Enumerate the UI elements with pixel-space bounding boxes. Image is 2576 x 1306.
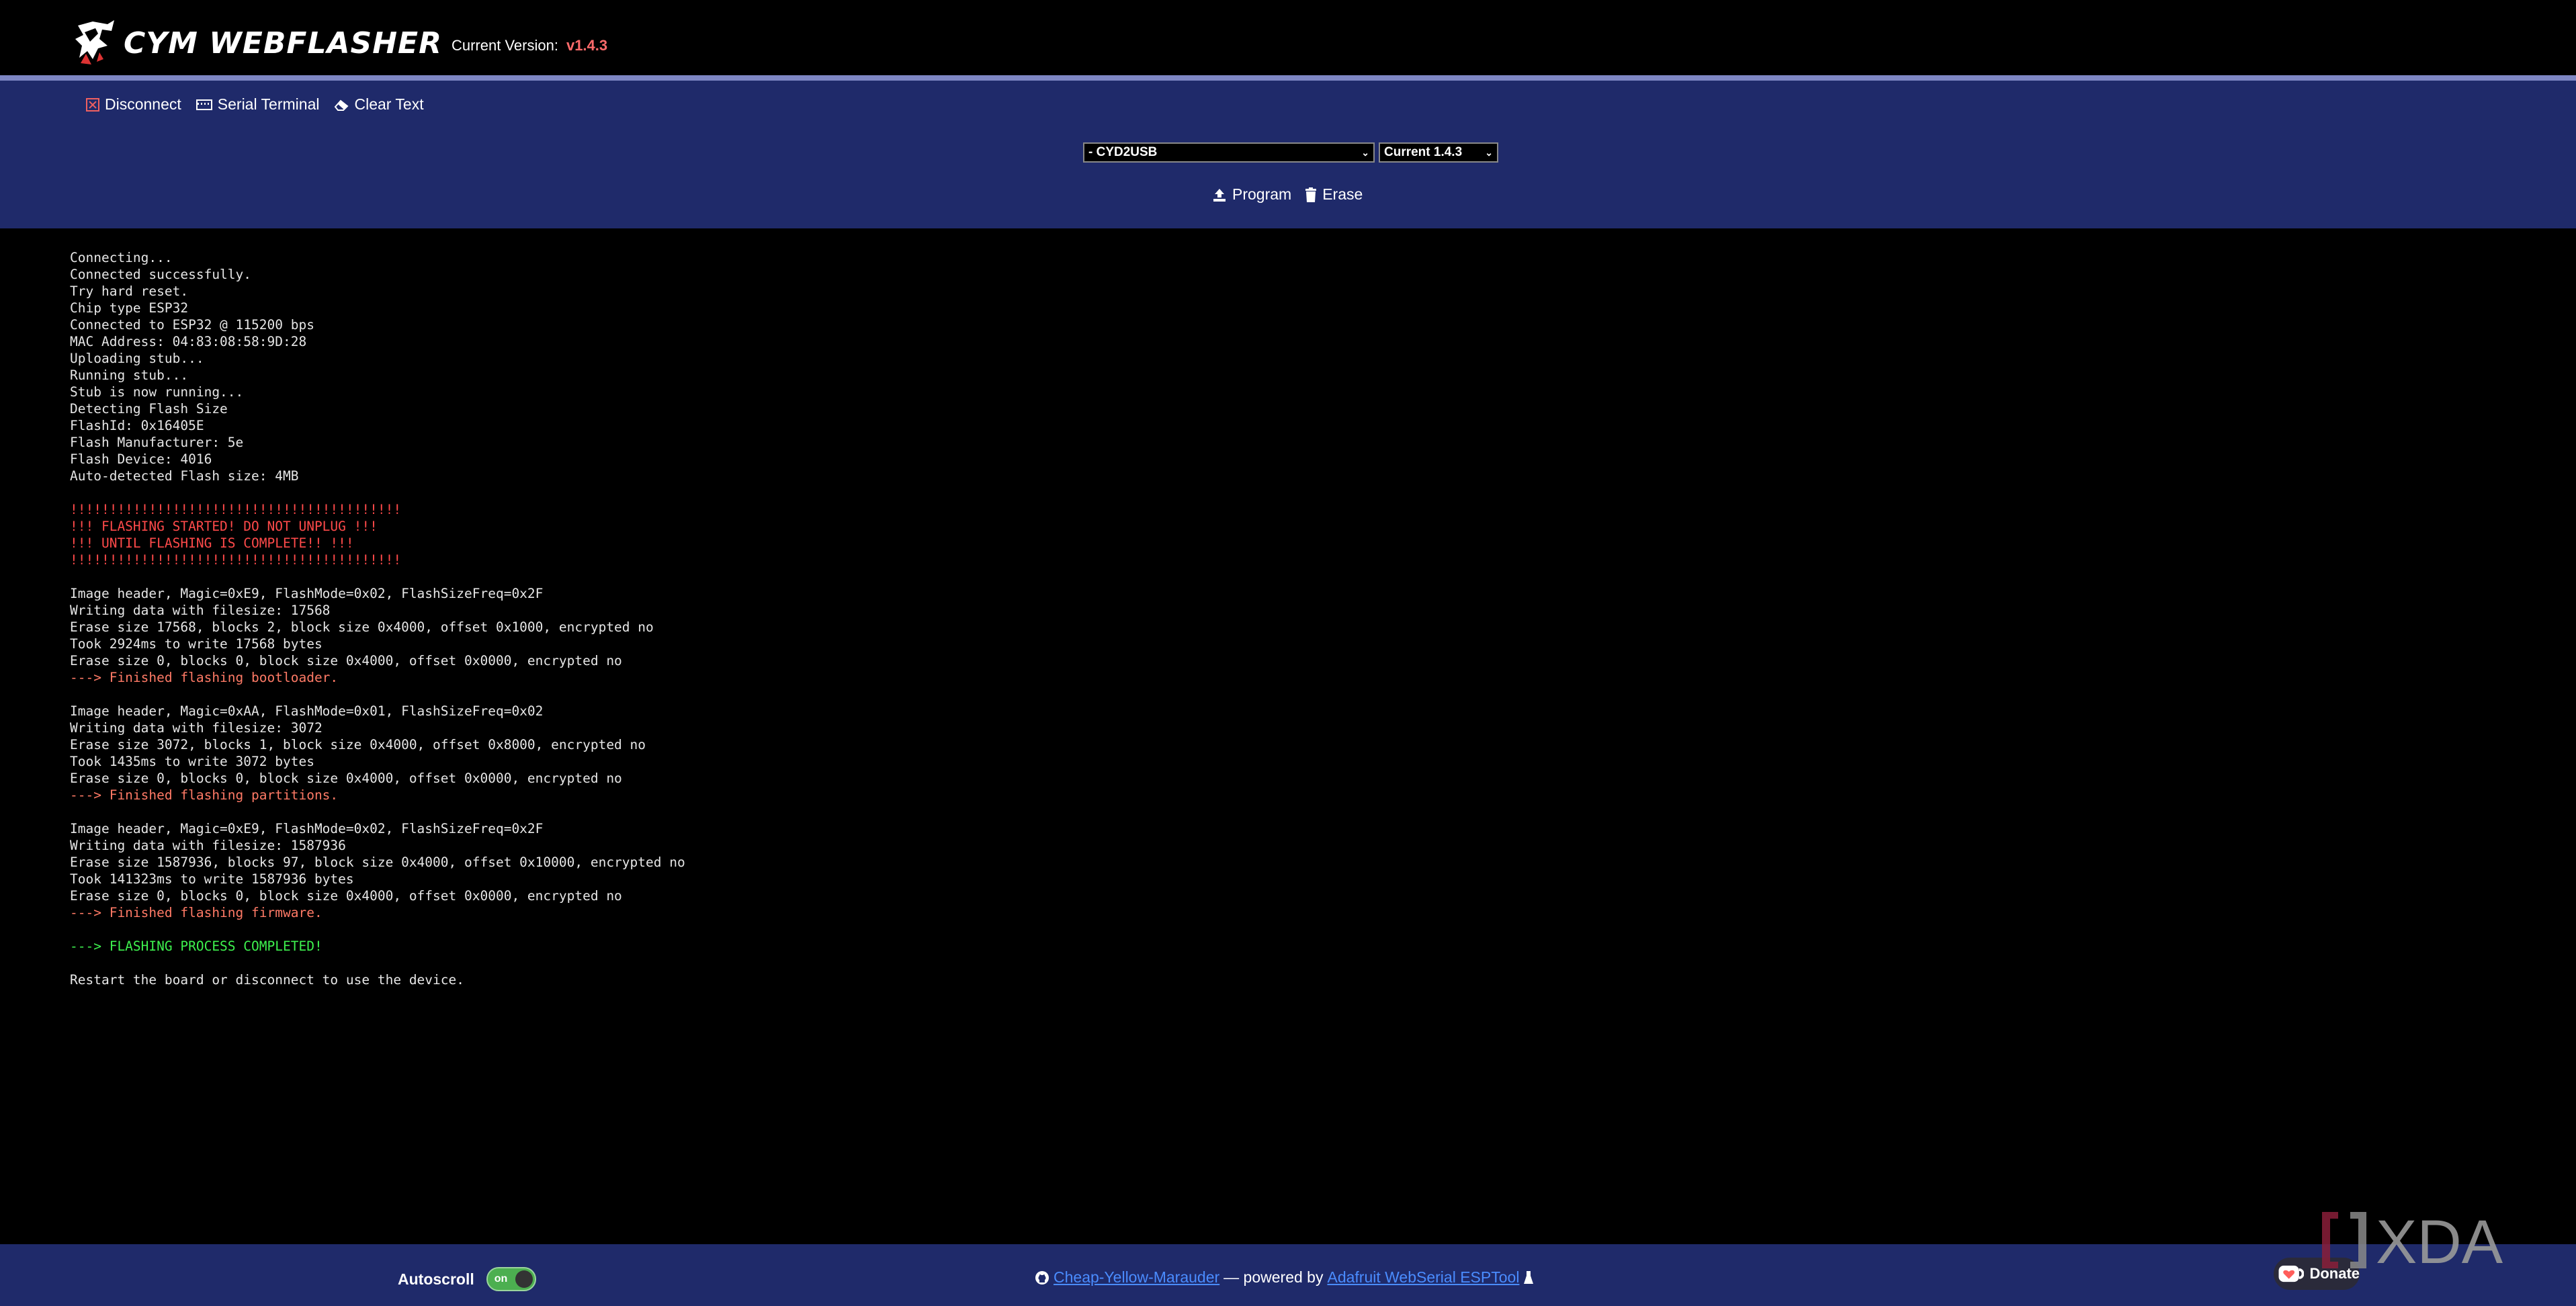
adafruit-esptool-link[interactable]: Adafruit WebSerial ESPTool xyxy=(1327,1268,1519,1287)
console-line: Writing data with filesize: 1587936 xyxy=(70,838,346,853)
console-line: Image header, Magic=0xE9, FlashMode=0x02… xyxy=(70,821,544,836)
app-title: CYM WEBFLASHER xyxy=(124,26,442,60)
console-line: Image header, Magic=0xAA, FlashMode=0x01… xyxy=(70,703,544,719)
console-line: Erase size 17568, blocks 2, block size 0… xyxy=(70,619,654,635)
console-line: ---> Finished flashing bootloader. xyxy=(70,670,339,685)
toggle-state-label: on xyxy=(494,1273,508,1285)
flask-icon xyxy=(1524,1270,1534,1284)
upload-icon xyxy=(1213,188,1226,202)
dragon-claw-icon xyxy=(75,20,114,64)
version-select-value: Current 1.4.3 xyxy=(1384,145,1463,159)
autoscroll-toggle[interactable]: on xyxy=(486,1267,536,1291)
selector-group: - CYD2USB ⌄ Current 1.4.3 ⌄ xyxy=(1083,142,1498,163)
console-line: Erase size 0, blocks 0, block size 0x400… xyxy=(70,653,622,668)
ko-fi-heart-icon xyxy=(2278,1265,2305,1282)
disconnect-label: Disconnect xyxy=(105,95,181,113)
control-panel: Disconnect Serial Terminal Clear Text - … xyxy=(0,81,2576,228)
console-line: Took 1435ms to write 3072 bytes xyxy=(70,754,314,769)
autoscroll-control: Autoscroll on xyxy=(398,1267,536,1291)
console-line: Erase size 0, blocks 0, block size 0x400… xyxy=(70,888,622,904)
powered-by-text: — powered by xyxy=(1223,1268,1324,1286)
console-line: !!!!!!!!!!!!!!!!!!!!!!!!!!!!!!!!!!!!!!!!… xyxy=(70,552,402,568)
chevron-down-icon: ⌄ xyxy=(1361,146,1369,158)
trash-icon xyxy=(1305,187,1317,202)
console-line: !!! FLASHING STARTED! DO NOT UNPLUG !!! xyxy=(70,519,378,534)
console-line: Took 141323ms to write 1587936 bytes xyxy=(70,871,354,887)
serial-terminal-label: Serial Terminal xyxy=(217,95,320,113)
erase-button[interactable]: Erase xyxy=(1305,185,1363,204)
console-line: Connected to ESP32 @ 115200 bps xyxy=(70,317,314,333)
program-label: Program xyxy=(1232,185,1292,203)
console-line: Erase size 3072, blocks 1, block size 0x… xyxy=(70,737,646,752)
console-line: Connected successfully. xyxy=(70,267,252,282)
version-select[interactable]: Current 1.4.3 ⌄ xyxy=(1379,142,1498,163)
serial-terminal-button[interactable]: Serial Terminal xyxy=(196,95,320,114)
console-line: Auto-detected Flash size: 4MB xyxy=(70,468,299,484)
console-output: Connecting... Connected successfully. Try … xyxy=(70,249,685,988)
console-line: Detecting Flash Size xyxy=(70,401,228,417)
flash-actions: Program Erase xyxy=(1212,185,1363,204)
erase-label: Erase xyxy=(1322,185,1363,203)
keyboard-icon xyxy=(196,99,212,110)
console-line: Erase size 1587936, blocks 97, block siz… xyxy=(70,855,685,870)
disconnect-button[interactable]: Disconnect xyxy=(86,95,181,114)
cheap-yellow-marauder-link[interactable]: Cheap-Yellow-Marauder xyxy=(1054,1268,1219,1287)
footer-bar: Autoscroll on Cheap-Yellow-Marauder — po… xyxy=(0,1244,2576,1306)
board-select[interactable]: - CYD2USB ⌄ xyxy=(1083,142,1375,163)
console-line: Took 2924ms to write 17568 bytes xyxy=(70,636,323,652)
clear-text-label: Clear Text xyxy=(354,95,424,113)
console-line: Flash Manufacturer: 5e xyxy=(70,435,244,450)
version-value: v1.4.3 xyxy=(566,37,608,54)
xda-watermark: XDA xyxy=(2322,1209,2503,1271)
header-divider xyxy=(0,75,2576,81)
console-line: Writing data with filesize: 3072 xyxy=(70,720,323,736)
credits: Cheap-Yellow-Marauder — powered by Adafr… xyxy=(1035,1268,1534,1287)
program-button[interactable]: Program xyxy=(1212,185,1291,204)
console-line: Try hard reset. xyxy=(70,284,189,299)
console-line: Flash Device: 4016 xyxy=(70,451,212,467)
console-line: Writing data with filesize: 17568 xyxy=(70,603,331,618)
console-line: Stub is now running... xyxy=(70,384,244,400)
console-line: ---> Finished flashing partitions. xyxy=(70,787,339,803)
console-line: FlashId: 0x16405E xyxy=(70,418,204,433)
console-line: ---> FLASHING PROCESS COMPLETED! xyxy=(70,939,323,954)
chevron-down-icon: ⌄ xyxy=(1485,146,1493,158)
console-line: !!! UNTIL FLASHING IS COMPLETE!! !!! xyxy=(70,535,354,551)
app-logo: CYM WEBFLASHER Current Version: v1.4.3 xyxy=(73,17,607,69)
console-line: Restart the board or disconnect to use t… xyxy=(70,972,464,988)
header-bar: CYM WEBFLASHER Current Version: v1.4.3 xyxy=(0,0,2576,75)
github-icon xyxy=(1035,1270,1049,1285)
toolbar: Disconnect Serial Terminal Clear Text xyxy=(86,95,424,114)
console-line: Erase size 0, blocks 0, block size 0x400… xyxy=(70,771,622,786)
console-line: !!!!!!!!!!!!!!!!!!!!!!!!!!!!!!!!!!!!!!!!… xyxy=(70,502,402,517)
board-select-value: - CYD2USB xyxy=(1088,145,1158,159)
console-line: ---> Finished flashing firmware. xyxy=(70,905,323,920)
console-line: Connecting... xyxy=(70,250,173,265)
xda-text: XDA xyxy=(2376,1209,2503,1271)
console-line: Chip type ESP32 xyxy=(70,300,189,316)
console-line: Uploading stub... xyxy=(70,351,204,366)
toggle-knob xyxy=(515,1270,533,1288)
clear-text-button[interactable]: Clear Text xyxy=(334,95,424,114)
eraser-icon xyxy=(335,99,349,111)
autoscroll-label: Autoscroll xyxy=(398,1270,474,1288)
console-line: Running stub... xyxy=(70,367,189,383)
close-box-icon xyxy=(86,97,99,112)
console-line: Image header, Magic=0xE9, FlashMode=0x02… xyxy=(70,586,544,601)
version-label: Current Version: xyxy=(451,37,558,54)
console-line: MAC Address: 04:83:08:58:9D:28 xyxy=(70,334,307,349)
